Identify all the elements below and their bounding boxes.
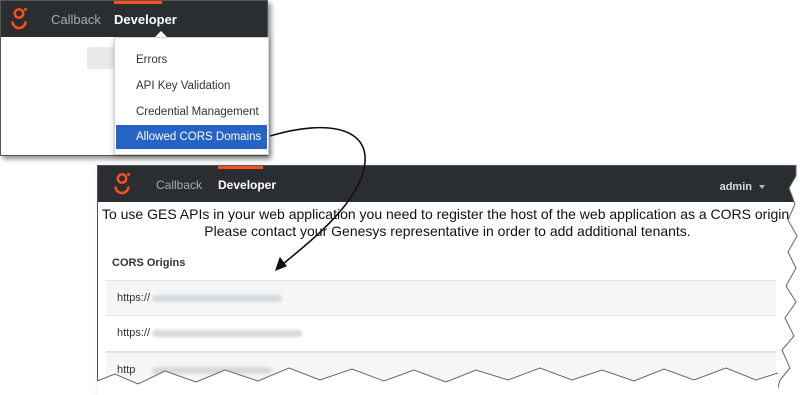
- genesys-logo-icon: [11, 8, 27, 30]
- top-navbar: Callback Developer: [1, 1, 267, 37]
- origin-url-prefix: http: [117, 364, 136, 376]
- redacted-hostname: [152, 367, 272, 374]
- chevron-down-icon: [759, 185, 765, 190]
- active-nav-indicator: [114, 1, 162, 4]
- cors-origins-screenshot: Callback Developer admin To use GES APIs…: [97, 165, 797, 395]
- nav-callback[interactable]: Callback: [156, 178, 202, 192]
- redacted-hostname: [152, 295, 282, 302]
- active-nav-indicator: [218, 166, 263, 169]
- nav-developer[interactable]: Developer: [218, 178, 276, 192]
- cors-origin-row: https://: [106, 280, 776, 316]
- user-menu[interactable]: admin: [720, 181, 765, 193]
- menu-item-credential-management[interactable]: Credential Management: [115, 100, 268, 124]
- developer-dropdown-menu: Errors API Key Validation Credential Man…: [114, 37, 269, 155]
- menu-item-allowed-cors-domains[interactable]: Allowed CORS Domains: [116, 125, 267, 149]
- section-title: CORS Origins: [112, 257, 186, 269]
- genesys-logo-icon: [114, 173, 130, 195]
- nav-developer[interactable]: Developer: [114, 12, 177, 27]
- cors-origin-row: http: [106, 352, 776, 388]
- menu-item-api-key-validation[interactable]: API Key Validation: [115, 74, 268, 98]
- cors-notice-line-1: To use GES APIs in your web application …: [101, 206, 794, 222]
- redacted-hostname: [152, 330, 302, 337]
- cors-notice-line-2: Please contact your Genesys representati…: [204, 223, 691, 239]
- bottom-navbar: Callback Developer admin: [98, 166, 797, 202]
- origin-url-prefix: https://: [117, 327, 151, 339]
- menu-item-errors[interactable]: Errors: [115, 48, 268, 72]
- cors-origin-row: https://: [106, 316, 776, 352]
- developer-menu-screenshot: Callback Developer Errors API Key Valida…: [0, 0, 269, 156]
- origin-url-prefix: https://: [117, 292, 151, 304]
- nav-callback[interactable]: Callback: [51, 12, 101, 27]
- user-name: admin: [719, 181, 752, 193]
